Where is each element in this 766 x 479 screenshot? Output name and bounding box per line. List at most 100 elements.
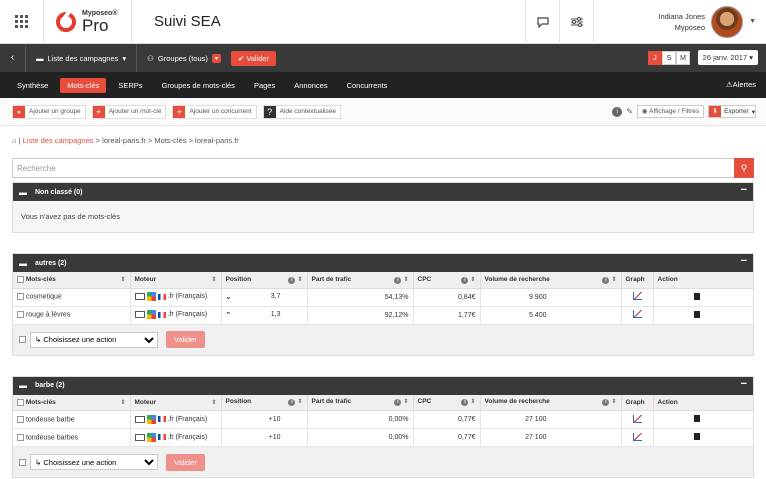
- apps-grid-icon[interactable]: [0, 0, 44, 44]
- period-s[interactable]: S: [662, 51, 676, 65]
- position-value: 1,3: [270, 311, 281, 318]
- graph-icon[interactable]: [632, 414, 642, 423]
- caret-icon: ▾: [751, 108, 755, 116]
- search-icon[interactable]: ⚲: [734, 158, 754, 178]
- col-label: Position: [225, 398, 252, 406]
- position-value: 3,7: [270, 293, 281, 300]
- add-group-button[interactable]: ▪ Ajouter un groupe: [12, 104, 86, 119]
- volume-value: 27 100: [480, 410, 622, 429]
- col-label: Moteur: [134, 276, 157, 284]
- table-row: rouge à lèvres .fr (Français) ⌃ 1,3 92,12…: [13, 306, 753, 325]
- row-checkbox[interactable]: [17, 311, 24, 319]
- keyword: tondeuse barbe: [25, 416, 75, 424]
- col-cpc[interactable]: CPC i ⇕: [413, 272, 481, 289]
- trash-icon[interactable]: [693, 433, 700, 440]
- tab-annonces[interactable]: Annonces: [287, 78, 334, 93]
- tab-serps[interactable]: SERPs: [111, 78, 149, 93]
- back-icon[interactable]: ‹: [0, 44, 26, 72]
- export-label: Exporter: [724, 108, 749, 115]
- col-engine[interactable]: Moteur ⇕: [130, 394, 222, 411]
- select-all-checkbox[interactable]: [17, 276, 24, 284]
- table-row: tondeuse barbes .fr (Français) +10 0,00%…: [13, 428, 753, 447]
- row-checkbox[interactable]: [17, 293, 24, 301]
- validate-label: Valider: [246, 53, 270, 63]
- group-title: autres (2): [35, 259, 67, 267]
- traffic-value: 92,12%: [307, 306, 414, 325]
- trash-icon[interactable]: [693, 292, 700, 300]
- caret-icon: ▾: [749, 53, 753, 62]
- row-checkbox[interactable]: [17, 433, 24, 441]
- bulk-action-select[interactable]: ↳ Choisissez une action: [30, 331, 158, 348]
- col-volume[interactable]: Volume de recherche i ⇕: [480, 272, 622, 289]
- trash-icon[interactable]: [693, 415, 700, 422]
- edit-icon[interactable]: ✎: [626, 107, 633, 116]
- breadcrumb: ⌂ | Liste des campagnes > loreal-paris.f…: [12, 136, 239, 145]
- groups-dropdown[interactable]: ⚇ Groupes (tous) ▾: [137, 44, 231, 72]
- breadcrumb-campaigns-link[interactable]: Liste des campagnes: [23, 136, 94, 145]
- table-row: tondeuse barbe .fr (Français) +10 0,00% …: [13, 410, 753, 429]
- bulk-action-select[interactable]: ↳ Choisissez une action: [30, 454, 158, 470]
- trash-icon[interactable]: [693, 310, 700, 318]
- settings-sliders-icon[interactable]: [559, 0, 593, 44]
- collapse-icon[interactable]: −: [741, 378, 747, 390]
- tab-pages[interactable]: Pages: [247, 78, 282, 93]
- col-graph: Graph: [621, 272, 654, 289]
- select-all-checkbox[interactable]: [17, 398, 24, 406]
- campaigns-label: Liste des campagnes: [47, 53, 119, 63]
- col-traffic[interactable]: Part de trafic i ⇕: [307, 272, 414, 289]
- add-competitor-button[interactable]: + Ajouter un concurrent: [172, 104, 257, 119]
- bulk-validate-button[interactable]: Valider: [166, 331, 205, 348]
- info-icon: i: [602, 276, 610, 284]
- logo[interactable]: Myposeo® Pro: [44, 0, 132, 44]
- groups-icon: ⚇: [147, 53, 154, 63]
- home-icon[interactable]: ⌂: [12, 136, 17, 145]
- col-keywords[interactable]: Mots-clés ⇕: [13, 394, 131, 411]
- user-menu[interactable]: Indiana Jones Myposeo ▼: [593, 0, 766, 44]
- col-volume[interactable]: Volume de recherche i ⇕: [480, 394, 622, 411]
- help-button[interactable]: ? Aide contextualisée: [262, 104, 341, 119]
- col-label: Part de trafic: [311, 398, 352, 406]
- bulk-validate-button[interactable]: Valider: [166, 453, 205, 471]
- engine-label: .fr (Français): [167, 293, 208, 300]
- col-keywords[interactable]: Mots-clés ⇕: [13, 272, 131, 289]
- col-cpc[interactable]: CPC i ⇕: [413, 394, 481, 411]
- col-label: CPC: [417, 398, 432, 406]
- desktop-icon: [134, 433, 145, 441]
- flag-fr-icon: [157, 311, 166, 318]
- bulk-checkbox[interactable]: [19, 336, 26, 343]
- graph-icon[interactable]: [632, 432, 642, 441]
- export-button[interactable]: ⬇ Exporter ▾: [708, 105, 756, 118]
- alerts-link[interactable]: ⚠Alertes: [726, 80, 756, 89]
- add-keyword-button[interactable]: + Ajouter un mot-clé: [91, 104, 167, 119]
- col-traffic[interactable]: Part de trafic i ⇕: [307, 394, 414, 411]
- col-position[interactable]: Position i ⇕: [221, 272, 308, 289]
- cpc-value: 0,77€: [413, 410, 481, 429]
- graph-icon[interactable]: [632, 310, 642, 318]
- period-j[interactable]: J: [648, 51, 662, 65]
- validate-groups-button[interactable]: ✔ Valider: [230, 50, 277, 66]
- info-icon[interactable]: i: [612, 106, 623, 117]
- chat-icon[interactable]: [525, 0, 559, 44]
- graph-icon[interactable]: [632, 292, 642, 300]
- info-icon: i: [461, 276, 469, 284]
- toolbar: ▪ Ajouter un groupe + Ajouter un mot-clé +…: [0, 98, 766, 126]
- desktop-icon: [134, 311, 145, 318]
- tab-synthese[interactable]: Synthèse: [10, 78, 55, 93]
- collapse-icon[interactable]: −: [741, 255, 747, 267]
- tab-groupes[interactable]: Groupes de mots-clés: [155, 78, 242, 93]
- campaigns-dropdown[interactable]: ▬ Liste des campagnes ▾: [26, 44, 138, 72]
- collapse-icon[interactable]: −: [741, 184, 747, 196]
- tab-concurrents[interactable]: Concurrents: [340, 78, 395, 93]
- date-picker[interactable]: 26 janv. 2017 ▾: [697, 50, 758, 65]
- sort-icon: i ⇕: [461, 398, 476, 407]
- bulk-checkbox[interactable]: [19, 458, 26, 466]
- col-position[interactable]: Position i ⇕: [221, 394, 308, 411]
- sort-icon: i ⇕: [602, 398, 617, 407]
- search-input[interactable]: Recherche: [13, 159, 753, 178]
- period-m[interactable]: M: [676, 51, 690, 65]
- chevron-down-icon[interactable]: ▼: [749, 18, 756, 25]
- tab-mots-cles[interactable]: Mots-clés: [60, 77, 107, 93]
- col-engine[interactable]: Moteur ⇕: [130, 272, 222, 289]
- display-filters-button[interactable]: ◉ Affichage / Filtres: [636, 105, 705, 118]
- row-checkbox[interactable]: [17, 415, 24, 423]
